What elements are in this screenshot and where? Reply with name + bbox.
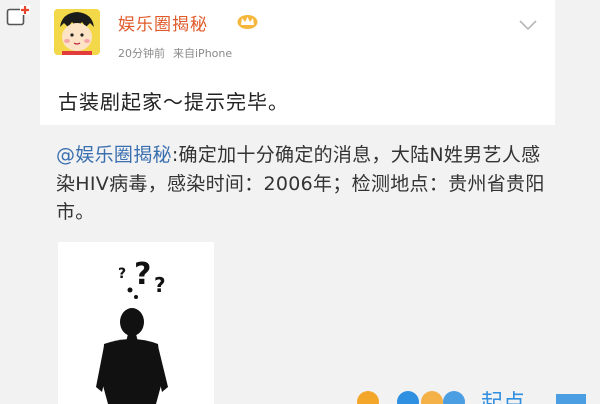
svg-text:?: ? xyxy=(154,273,166,297)
post-meta: 20分钟前 来自iPhone xyxy=(118,45,240,61)
post-text: 古装剧起家～提示完毕。 xyxy=(58,90,289,114)
add-square-icon[interactable] xyxy=(6,5,30,27)
watermark-text: 起点 xyxy=(481,391,525,404)
username[interactable]: 娱乐圈揭秘 xyxy=(118,10,208,35)
svg-text:?: ? xyxy=(134,257,151,292)
watermark-logo: 起点 xyxy=(356,384,600,404)
chevron-down-icon[interactable] xyxy=(518,18,538,32)
svg-text:?: ? xyxy=(118,266,126,282)
crown-badge-icon xyxy=(237,14,258,29)
weibo-screen: 娱乐圈揭秘 20分钟前 来自iPhone 古装剧起家～提示完毕。 @娱乐圈揭秘:确… xyxy=(0,0,600,404)
post-time: 20分钟前 xyxy=(118,47,165,60)
post-source[interactable]: 来自iPhone xyxy=(173,47,232,60)
repost-text: @娱乐圈揭秘:确定加十分确定的消息，大陆N姓男艺人感染HIV病毒，感染时间：20… xyxy=(56,141,546,227)
user-avatar[interactable] xyxy=(54,9,100,55)
post-card: 娱乐圈揭秘 20分钟前 来自iPhone 古装剧起家～提示完毕。 xyxy=(40,0,555,125)
question-silhouette-image[interactable]: ? ? ? xyxy=(58,242,214,404)
repost-mention[interactable]: @娱乐圈揭秘 xyxy=(56,144,172,166)
